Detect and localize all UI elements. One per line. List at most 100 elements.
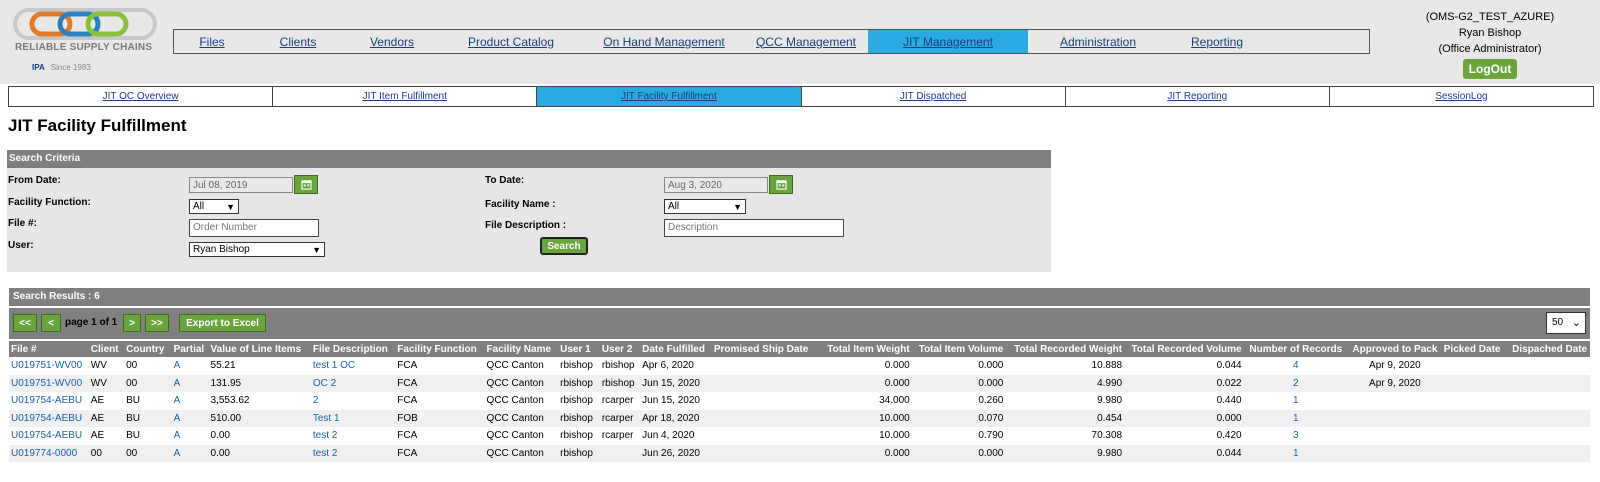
- table-cell[interactable]: test 2: [311, 427, 395, 445]
- main-navigation: Files Clients Vendors Product Catalog On Han…: [173, 29, 1370, 54]
- subnav-jit-oc-overview[interactable]: JIT OC Overview: [9, 87, 274, 106]
- column-header[interactable]: Picked Date: [1441, 341, 1511, 357]
- subnav-sessionlog[interactable]: SessionLog: [1330, 87, 1593, 106]
- table-cell: rbishop: [560, 395, 593, 407]
- facility-name-value: All: [668, 201, 680, 212]
- table-cell: 70.308: [1091, 430, 1123, 442]
- table-cell[interactable]: U019754-AEBU: [9, 392, 89, 410]
- export-to-excel-button[interactable]: Export to Excel: [179, 314, 266, 332]
- results-table: File # Client Country Partial Value of Line …: [9, 341, 1590, 462]
- table-cell: [712, 427, 820, 445]
- user-select[interactable]: Ryan Bishop ▼: [189, 242, 325, 257]
- nav-qcc-management[interactable]: QCC Management: [744, 30, 868, 53]
- table-cell[interactable]: 2: [311, 392, 395, 410]
- column-header[interactable]: User 2: [599, 341, 641, 357]
- table-cell[interactable]: A: [171, 444, 209, 462]
- column-header[interactable]: Number of Records: [1243, 341, 1349, 357]
- table-cell[interactable]: U019754-AEBU: [9, 409, 89, 427]
- nav-files[interactable]: Files: [174, 30, 250, 53]
- facility-name-select[interactable]: All ▼: [664, 199, 746, 214]
- table-cell[interactable]: test 1 OC: [311, 357, 395, 375]
- facility-function-select[interactable]: All ▼: [189, 199, 239, 214]
- column-header[interactable]: File #: [9, 341, 89, 357]
- table-cell: 10.000: [819, 409, 912, 427]
- table-cell[interactable]: U019754-AEBU: [9, 427, 89, 445]
- table-cell[interactable]: U019774-0000: [9, 444, 89, 462]
- table-cell: FOB: [395, 409, 485, 427]
- column-header[interactable]: Facility Name: [484, 341, 559, 357]
- table-cell: [1510, 374, 1590, 392]
- file-description-input[interactable]: Description: [664, 219, 844, 237]
- nav-jit-management[interactable]: JIT Management: [868, 30, 1028, 53]
- table-cell[interactable]: test 2: [310, 444, 396, 462]
- search-button[interactable]: Search: [540, 237, 588, 255]
- column-header[interactable]: Date Fulfilled: [640, 341, 712, 357]
- table-cell: Apr 9, 2020: [1348, 374, 1442, 392]
- table-cell: 0.440: [1216, 395, 1242, 407]
- table-cell[interactable]: A: [172, 427, 209, 445]
- table-cell: [712, 357, 820, 375]
- nav-reporting[interactable]: Reporting: [1168, 30, 1266, 53]
- nav-administration[interactable]: Administration: [1028, 30, 1168, 53]
- column-header[interactable]: Total Recorded Weight: [1005, 341, 1125, 357]
- nav-on-hand-management[interactable]: On Hand Management: [584, 30, 744, 53]
- table-cell[interactable]: 1: [1244, 392, 1348, 410]
- subnav-jit-dispatched[interactable]: JIT Dispatched: [802, 87, 1066, 106]
- subnav-jit-reporting[interactable]: JIT Reporting: [1066, 87, 1330, 106]
- subnav-jit-facility-fulfillment[interactable]: JIT Facility Fulfillment: [537, 87, 802, 106]
- column-header[interactable]: Client: [88, 341, 125, 357]
- column-header[interactable]: Promised Ship Date: [711, 341, 820, 357]
- table-cell[interactable]: A: [171, 409, 209, 427]
- column-header[interactable]: File Description: [310, 341, 396, 357]
- nav-clients[interactable]: Clients: [250, 30, 346, 53]
- table-cell[interactable]: 2: [1243, 374, 1349, 392]
- from-date-input[interactable]: Jul 08, 2019: [189, 177, 293, 193]
- column-header[interactable]: User 1: [558, 341, 600, 357]
- to-date-calendar-button[interactable]: [769, 175, 793, 194]
- table-cell[interactable]: U019751-WV00: [9, 374, 89, 392]
- subnav-jit-item-fulfillment[interactable]: JIT Item Fulfillment: [273, 87, 538, 106]
- column-header[interactable]: Country: [124, 341, 172, 357]
- column-header[interactable]: Partial: [171, 341, 209, 357]
- to-date-input[interactable]: Aug 3, 2020: [664, 177, 768, 193]
- pager-toolbar: << < page 1 of 1 > >> Export to Excel 50…: [9, 308, 1590, 339]
- table-cell[interactable]: 1: [1243, 409, 1349, 427]
- table-cell: [1442, 357, 1510, 375]
- table-cell: 0.260: [978, 395, 1004, 407]
- first-page-button[interactable]: <<: [13, 314, 37, 332]
- file-number-input[interactable]: Order Number: [189, 219, 319, 237]
- table-cell[interactable]: 4: [1244, 357, 1348, 375]
- table-cell[interactable]: A: [172, 392, 209, 410]
- nav-product-catalog[interactable]: Product Catalog: [438, 30, 584, 53]
- user-select-value: Ryan Bishop: [193, 244, 250, 255]
- table-cell: AE: [90, 395, 105, 407]
- last-page-button[interactable]: >>: [145, 314, 169, 332]
- page-size-select[interactable]: 50 ⌄: [1546, 312, 1586, 334]
- table-cell: [1510, 409, 1590, 427]
- table-cell[interactable]: A: [172, 357, 209, 375]
- column-header[interactable]: Dispached Date: [1510, 341, 1590, 357]
- table-cell: QCC Canton: [484, 374, 559, 392]
- column-header[interactable]: Total Item Weight: [819, 341, 912, 357]
- company-logo[interactable]: RELIABLE SUPPLY CHAINS IPA Since 1983: [10, 6, 162, 78]
- prev-page-button[interactable]: <: [41, 314, 61, 332]
- column-header[interactable]: Total Item Volume: [911, 341, 1006, 357]
- table-cell[interactable]: OC 2: [310, 374, 396, 392]
- next-page-button[interactable]: >: [123, 314, 141, 332]
- column-header[interactable]: Facility Function: [395, 341, 485, 357]
- logout-button[interactable]: LogOut: [1462, 59, 1518, 79]
- table-cell: [1441, 374, 1511, 392]
- since-text: Since 1983: [50, 63, 91, 72]
- user-role: (Office Administrator): [1438, 43, 1542, 55]
- column-header[interactable]: Value of Line Items: [208, 341, 311, 357]
- column-header[interactable]: Approved to Pack: [1348, 341, 1442, 357]
- sub-navigation: JIT OC Overview JIT Item Fulfillment JIT F…: [8, 86, 1594, 107]
- table-cell[interactable]: A: [171, 374, 209, 392]
- nav-vendors[interactable]: Vendors: [346, 30, 438, 53]
- table-cell[interactable]: Test 1: [310, 409, 396, 427]
- table-cell[interactable]: U019751-WV00: [9, 357, 89, 375]
- table-cell[interactable]: 3: [1244, 427, 1348, 445]
- from-date-calendar-button[interactable]: [294, 175, 318, 194]
- column-header[interactable]: Total Recorded Volume: [1124, 341, 1244, 357]
- table-cell[interactable]: 1: [1243, 444, 1349, 462]
